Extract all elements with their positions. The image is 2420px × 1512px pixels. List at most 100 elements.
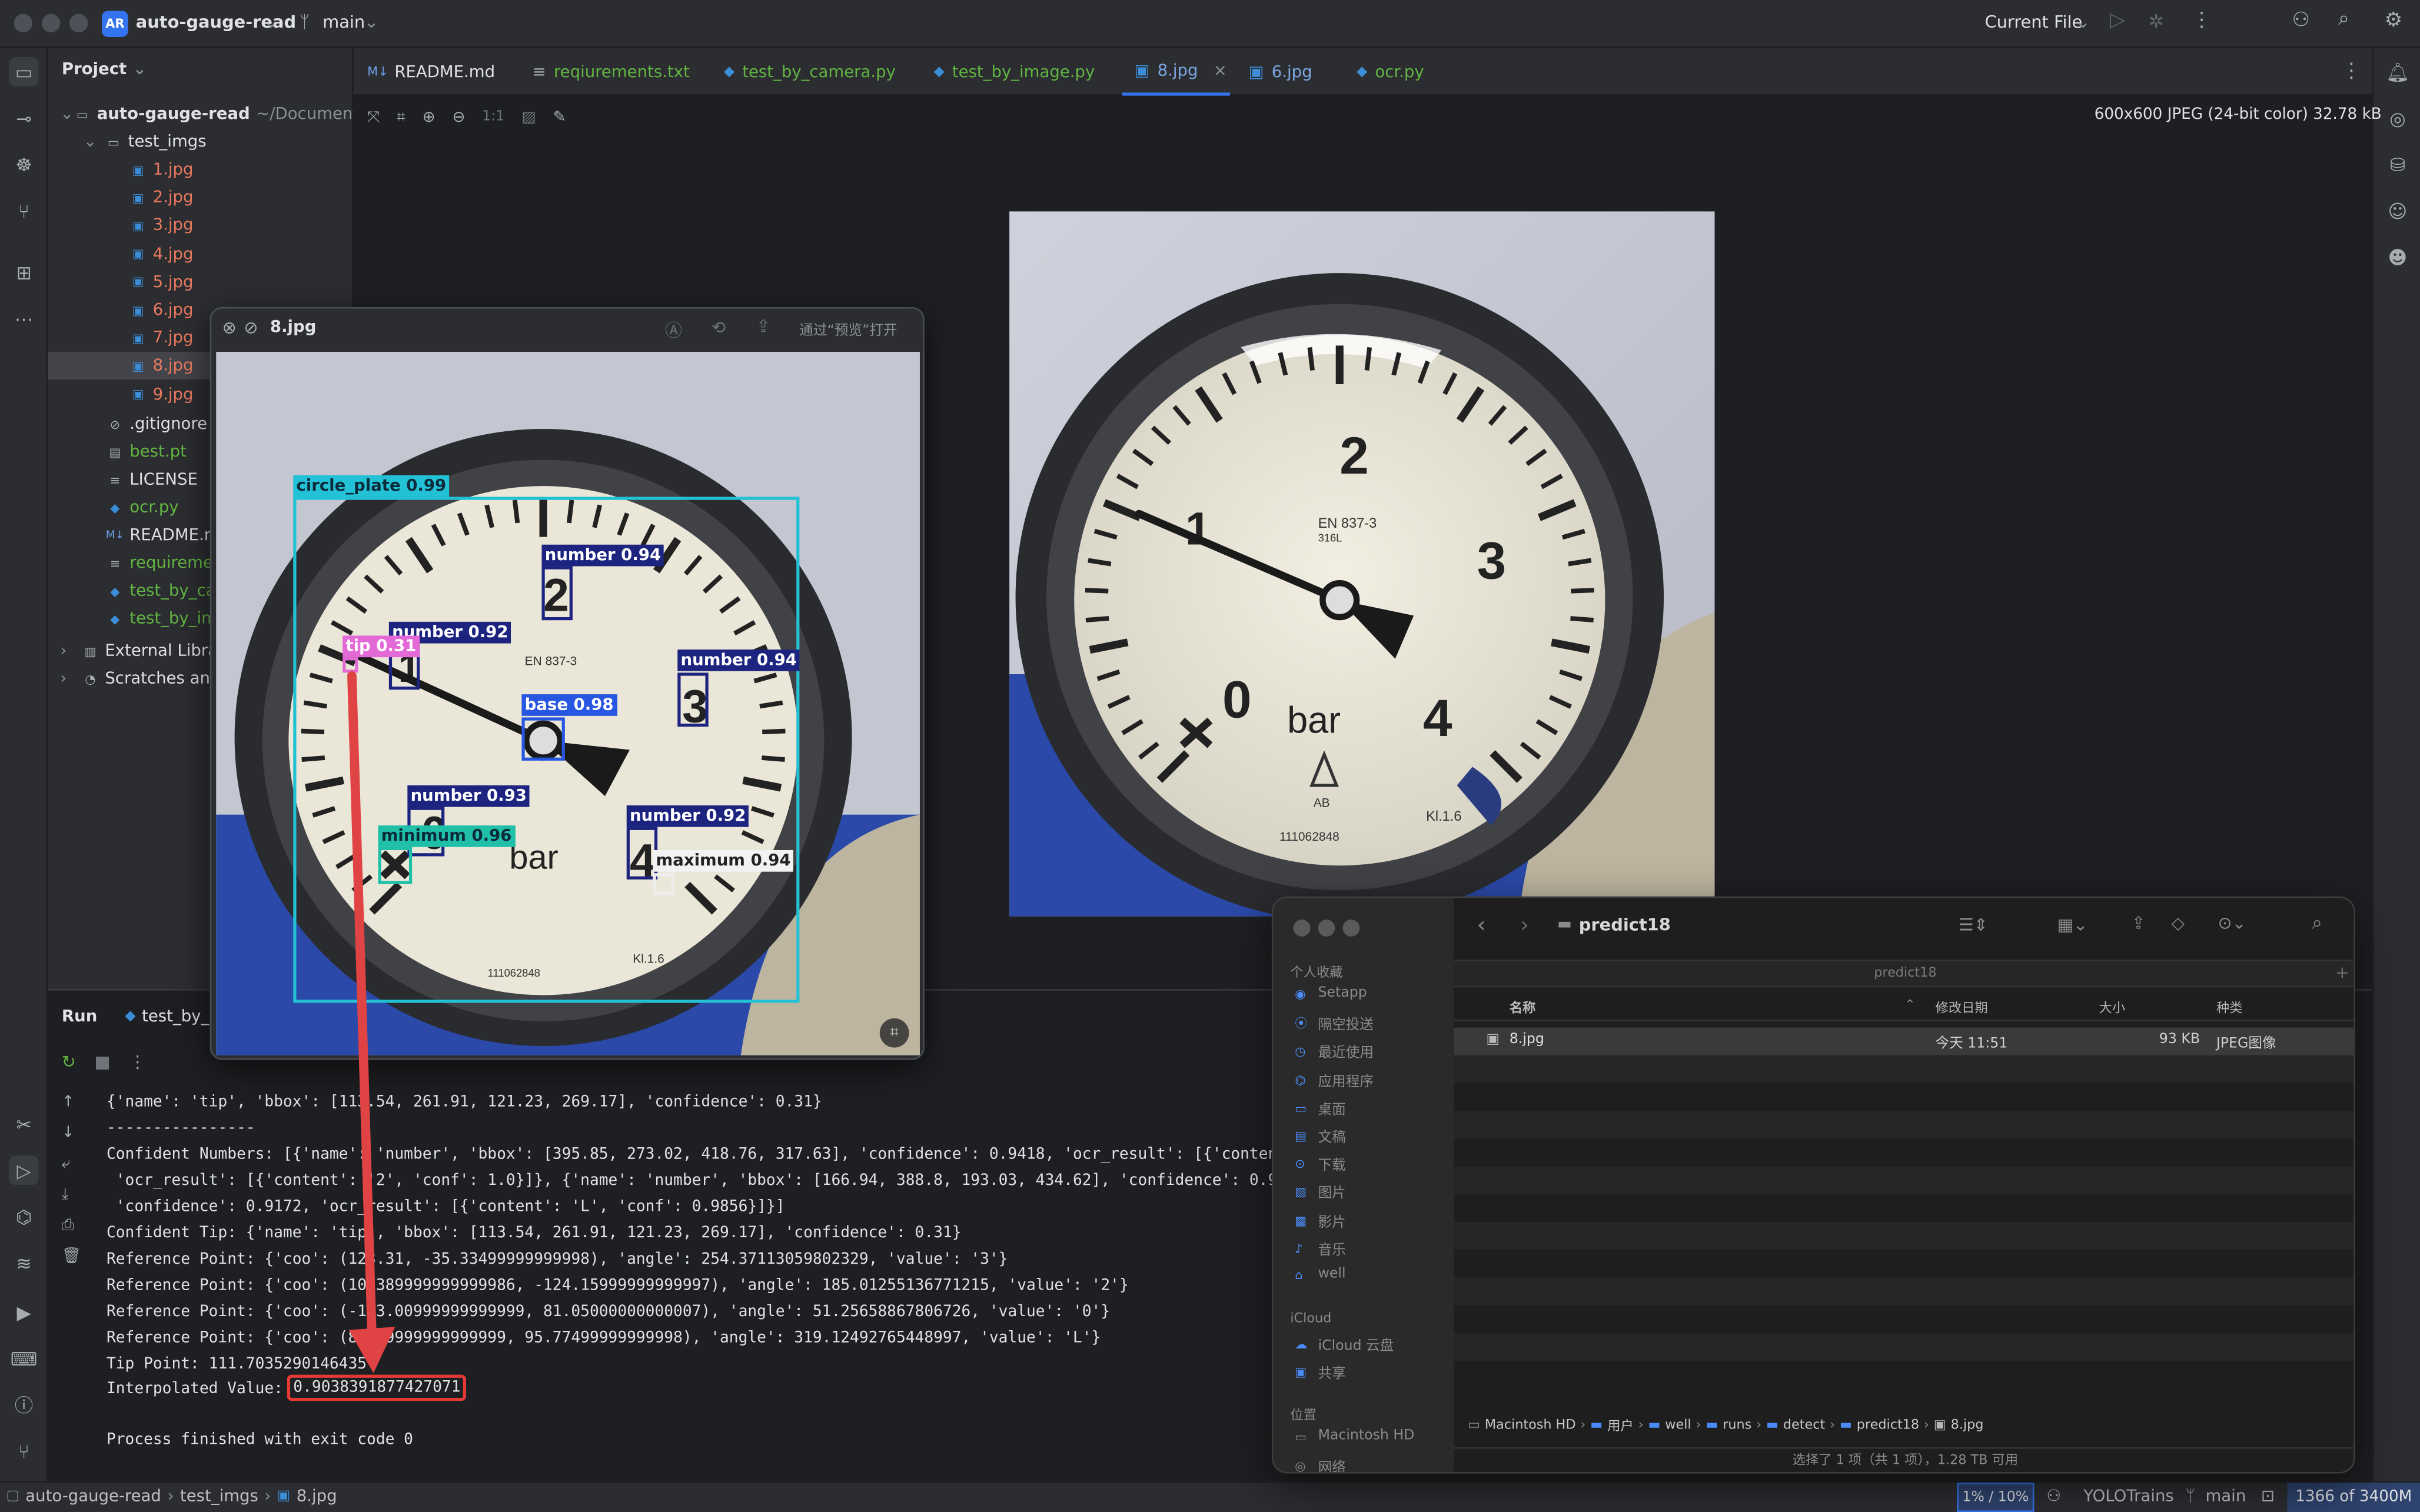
forward-icon[interactable]: ›	[1520, 913, 1529, 938]
markup-icon[interactable]: Ⓐ	[665, 318, 682, 342]
tab-readme[interactable]: M↓ README.md	[367, 48, 495, 95]
trash-icon[interactable]: 🗑︎	[62, 1248, 81, 1265]
finder-sidebar-icloud-drive[interactable]: ☁ iCloud 云盘	[1295, 1334, 1394, 1355]
tab-8-jpg[interactable]: ▣ 8.jpg ×	[1122, 48, 1231, 96]
interpreter-selector[interactable]: YOLOTrains	[2083, 1487, 2173, 1506]
column-name[interactable]: 名称	[1510, 998, 1536, 1017]
finder-sidebar-shared[interactable]: ▣ 共享	[1295, 1363, 1346, 1383]
run-config-selector[interactable]: Current File	[1984, 12, 2082, 32]
zoom-window-icon[interactable]	[69, 14, 88, 33]
project-panel-title[interactable]: Project ⌄	[62, 60, 147, 78]
color-picker-icon[interactable]: ✎	[553, 109, 566, 126]
tag-icon[interactable]: ◇	[2172, 913, 2185, 933]
tab-options-icon[interactable]: ⋮	[2341, 48, 2361, 95]
fit-icon[interactable]: ⤧	[367, 109, 380, 126]
run-tab[interactable]: Run	[62, 1007, 97, 1025]
more-horizontal-icon[interactable]: ⋯	[9, 304, 39, 334]
finder-file-row[interactable]: ▣ 8.jpg 今天 11:51 93 KB JPEG图像	[1454, 1027, 2354, 1055]
stop-icon[interactable]: ■	[95, 1053, 111, 1073]
finder-minimize-icon[interactable]	[1318, 919, 1335, 937]
build-tools-icon[interactable]: ✂	[9, 1110, 39, 1139]
crumb-file[interactable]: 8.jpg	[1951, 1418, 1984, 1433]
finder-zoom-icon[interactable]	[1342, 919, 1360, 937]
lock-icon[interactable]: ⚇	[2046, 1487, 2061, 1506]
search-icon[interactable]: ⌕	[2312, 912, 2322, 935]
tree-image-2[interactable]: ▣ 2.jpg	[48, 184, 353, 212]
debug-icon[interactable]: ✲	[2148, 11, 2163, 32]
arrow-up-icon[interactable]: ↑	[62, 1094, 81, 1111]
back-icon[interactable]: ‹	[1477, 913, 1486, 938]
sort-ascending-icon[interactable]: ⌃	[1904, 998, 1916, 1014]
close-icon[interactable]: ⊗	[222, 318, 237, 338]
tab-6-jpg[interactable]: ▣ 6.jpg	[1249, 48, 1312, 95]
read-only-icon[interactable]: ⊡	[2261, 1487, 2275, 1506]
run-icon[interactable]: ▷	[2110, 9, 2125, 32]
open-with-preview-button[interactable]: 通过“预览”打开	[799, 319, 897, 339]
more-vertical-icon[interactable]: ⋮	[129, 1053, 146, 1073]
actual-size-button[interactable]: 1:1	[482, 109, 504, 125]
rerun-icon[interactable]: ↻	[62, 1053, 76, 1073]
tab-test-by-camera[interactable]: ◆ test_by_camera.py	[724, 48, 896, 95]
pull-request-icon[interactable]: ⑂	[9, 196, 39, 225]
background-icon[interactable]: ▨	[521, 109, 536, 126]
share-icon[interactable]: ⇪	[2132, 913, 2146, 933]
tree-image-1[interactable]: ▣ 1.jpg	[48, 156, 353, 184]
index-progress[interactable]: 1% / 10%	[1957, 1483, 2035, 1512]
tab-ocr-py[interactable]: ◆ ocr.py	[1357, 48, 1424, 95]
finder-sidebar-music[interactable]: ♪ 音乐	[1295, 1238, 1346, 1259]
zoom-out-icon[interactable]: ⊖	[452, 109, 465, 126]
crumb-well[interactable]: well	[1665, 1418, 1691, 1433]
problems-icon[interactable]: ⓘ	[9, 1390, 39, 1420]
add-tab-icon[interactable]: +	[2335, 963, 2349, 983]
print-icon[interactable]: ⎙	[62, 1217, 81, 1234]
crumb-detect[interactable]: detect	[1783, 1418, 1825, 1433]
tree-image-4[interactable]: ▣ 4.jpg	[48, 240, 353, 268]
finder-path-tab[interactable]: predict18	[1454, 960, 2354, 988]
ai-assistant-icon[interactable]: ◎	[2383, 104, 2412, 133]
crumb-macintosh-hd[interactable]: Macintosh HD	[1485, 1418, 1576, 1433]
group-icon[interactable]: ▦⌄	[2057, 915, 2087, 935]
arrow-down-icon[interactable]: ↓	[62, 1125, 81, 1142]
finder-sidebar-movies[interactable]: ▩ 影片	[1295, 1211, 1346, 1231]
branch-name[interactable]: main	[323, 12, 365, 32]
tree-image-5[interactable]: ▣ 5.jpg	[48, 268, 353, 296]
more-vertical-icon[interactable]: ⋮	[2192, 9, 2212, 32]
terminal-icon[interactable]: ⌨	[9, 1344, 39, 1373]
chevron-down-icon[interactable]: ⌄	[264, 12, 278, 32]
copilot-icon[interactable]: ☺	[2383, 196, 2412, 225]
finder-sidebar-home[interactable]: ⌂ well	[1295, 1267, 1345, 1282]
tab-test-by-image[interactable]: ◆ test_by_image.py	[934, 48, 1095, 95]
tree-image-3[interactable]: ▣ 3.jpg	[48, 212, 353, 239]
finder-sidebar-recents[interactable]: ◷ 最近使用	[1295, 1042, 1374, 1062]
add-user-icon[interactable]: ⚇	[2292, 9, 2310, 32]
statusbar-crumb-file[interactable]: 8.jpg	[297, 1487, 337, 1506]
layers-icon[interactable]: ≋	[9, 1248, 39, 1278]
database-icon[interactable]: ⛁	[2383, 149, 2412, 179]
rotate-icon[interactable]: ⟲	[712, 318, 726, 338]
structure-icon[interactable]: ⊞	[9, 258, 39, 287]
plugins-icon[interactable]: ☸	[9, 149, 39, 179]
close-window-icon[interactable]	[14, 14, 33, 33]
tree-folder-test-imgs[interactable]: ⌄ ▭ test_imgs	[48, 128, 353, 156]
python-console-icon[interactable]: ⌬	[9, 1202, 39, 1231]
minimize-window-icon[interactable]	[41, 14, 61, 33]
tree-root[interactable]: ⌄▭auto-gauge-read~/Documents/P	[48, 100, 353, 128]
fullscreen-icon[interactable]: ⊘	[244, 318, 258, 338]
search-icon[interactable]: ⌕	[2338, 8, 2349, 31]
gear-icon[interactable]: ⚙	[2385, 9, 2403, 32]
share-icon[interactable]: ⇪	[756, 317, 770, 337]
finder-sidebar-applications[interactable]: ⌬ 应用程序	[1295, 1070, 1374, 1090]
finder-sidebar-downloads[interactable]: ⊙ 下载	[1295, 1154, 1346, 1174]
finder-sidebar-macintosh-hd[interactable]: ▭ Macintosh HD	[1295, 1428, 1414, 1444]
finder-sidebar-desktop[interactable]: ▭ 桌面	[1295, 1098, 1346, 1118]
statusbar-branch[interactable]: main	[2205, 1487, 2246, 1506]
finder-sidebar-documents[interactable]: ▤ 文稿	[1295, 1126, 1346, 1147]
statusbar-crumb-project[interactable]: auto-gauge-read	[25, 1487, 161, 1506]
crumb-predict18[interactable]: predict18	[1857, 1418, 1919, 1433]
scroll-to-end-icon[interactable]: ⤓	[62, 1187, 81, 1204]
zoom-in-icon[interactable]: ⊕	[423, 109, 436, 126]
finder-sidebar-airdrop[interactable]: ⦿ 隔空投送	[1295, 1014, 1374, 1034]
finder-sidebar-setapp[interactable]: ◉ Setapp	[1295, 986, 1367, 1001]
copilot-chat-icon[interactable]: ☻	[2383, 242, 2412, 272]
folder-icon[interactable]: ▭	[9, 57, 39, 86]
